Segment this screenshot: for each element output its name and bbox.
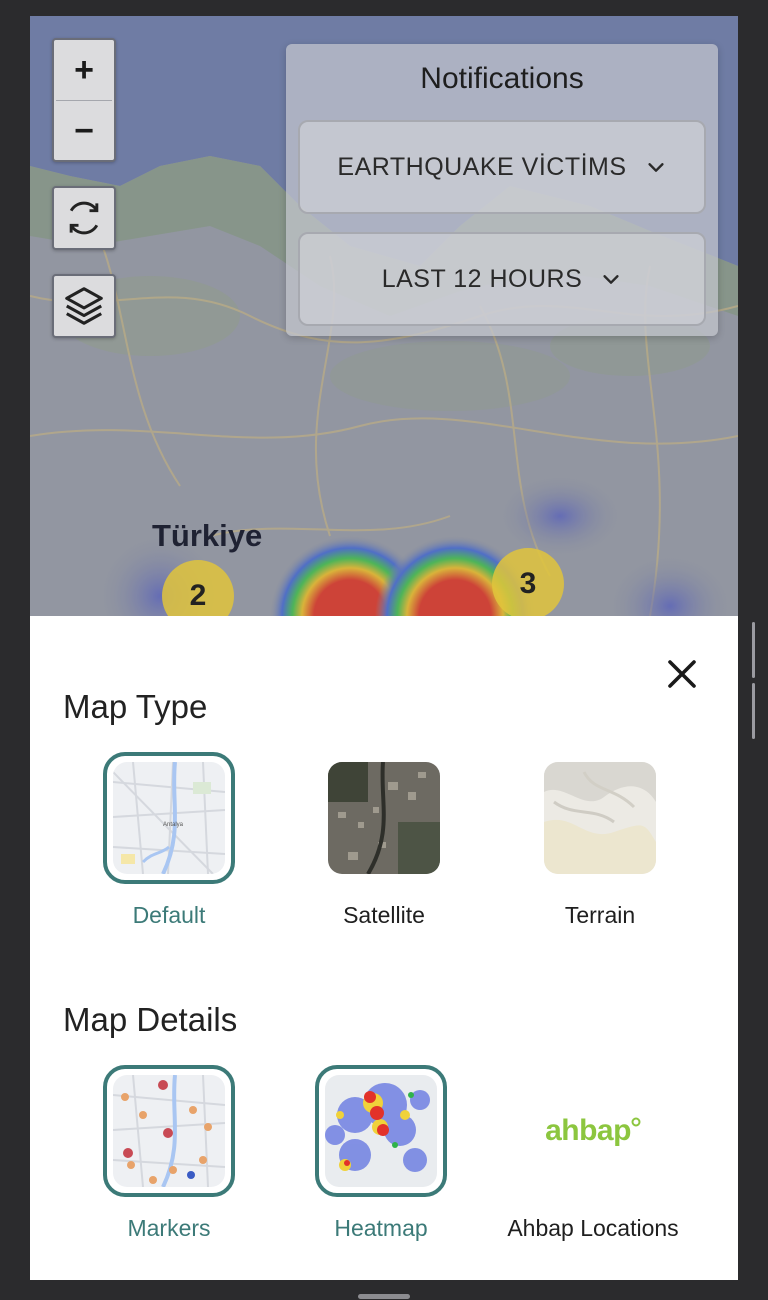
refresh-button[interactable] (52, 186, 116, 250)
detail-ahbap-locations[interactable]: ahbap Ahbap Locations (498, 1065, 688, 1242)
zoom-control: + − (52, 38, 116, 162)
time-range-dropdown[interactable]: LAST 12 HOURS (298, 232, 706, 326)
category-value: EARTHQUAKE VİCTİMS (337, 152, 627, 181)
layers-button[interactable] (52, 274, 116, 338)
country-label: Türkiye (152, 518, 263, 553)
thumb-frame (318, 752, 450, 884)
chevron-down-icon (647, 163, 664, 172)
map-options-sheet: Map Type Antalya Default Satellite Terra… (30, 616, 738, 1280)
terrain-thumbnail (544, 762, 656, 874)
detail-markers[interactable]: Markers (84, 1065, 254, 1242)
chevron-down-icon (603, 275, 619, 284)
map-type-label: Satellite (343, 902, 425, 928)
category-dropdown[interactable]: EARTHQUAKE VİCTİMS (298, 120, 706, 214)
map-type-terrain[interactable]: Terrain (515, 752, 685, 929)
map-type-label: Default (132, 902, 206, 928)
satellite-thumbnail (328, 762, 440, 874)
heatmap-thumbnail (325, 1075, 437, 1187)
thumb-frame (534, 752, 666, 884)
thumb-frame: Antalya (103, 752, 235, 884)
zoom-out-button[interactable]: − (54, 101, 114, 161)
layers-icon (65, 287, 103, 325)
markers-thumbnail (113, 1075, 225, 1187)
app-frame: Türkiye 2 3 + − Notifications EARTHQUAKE… (30, 16, 738, 1280)
map-type-label: Terrain (564, 902, 636, 928)
zoom-in-button[interactable]: + (54, 40, 114, 100)
map-type-title: Map Type (63, 688, 208, 725)
map-type-satellite[interactable]: Satellite (299, 752, 469, 929)
notifications-panel: Notifications EARTHQUAKE VİCTİMS LAST 12… (286, 44, 718, 336)
close-button[interactable] (664, 656, 700, 692)
thumb-frame (315, 1065, 447, 1197)
ahbap-logo: ahbap (537, 1075, 649, 1187)
thumb-frame: ahbap (527, 1065, 659, 1197)
map-view[interactable]: Türkiye 2 3 + − Notifications EARTHQUAKE… (30, 16, 738, 616)
home-indicator (358, 1294, 410, 1299)
map-type-default[interactable]: Antalya Default (84, 752, 254, 929)
svg-text:Antalya: Antalya (163, 822, 184, 828)
detail-label: Ahbap Locations (507, 1215, 679, 1241)
detail-heatmap[interactable]: Heatmap (296, 1065, 466, 1242)
default-thumbnail: Antalya (113, 762, 225, 874)
detail-label: Heatmap (334, 1215, 428, 1241)
detail-label: Markers (127, 1215, 211, 1241)
refresh-icon (69, 201, 99, 235)
top-edge (0, 0, 768, 16)
scroll-handle[interactable] (752, 622, 760, 739)
marker-cluster[interactable]: 3 (492, 548, 564, 616)
close-icon (668, 660, 696, 688)
notifications-title: Notifications (420, 62, 584, 95)
thumb-frame (103, 1065, 235, 1197)
ahbap-dot-icon (631, 1117, 641, 1127)
time-range-value: LAST 12 HOURS (381, 264, 583, 293)
map-details-title: Map Details (63, 1001, 238, 1038)
ahbap-logo-text: ahbap (545, 1114, 631, 1147)
